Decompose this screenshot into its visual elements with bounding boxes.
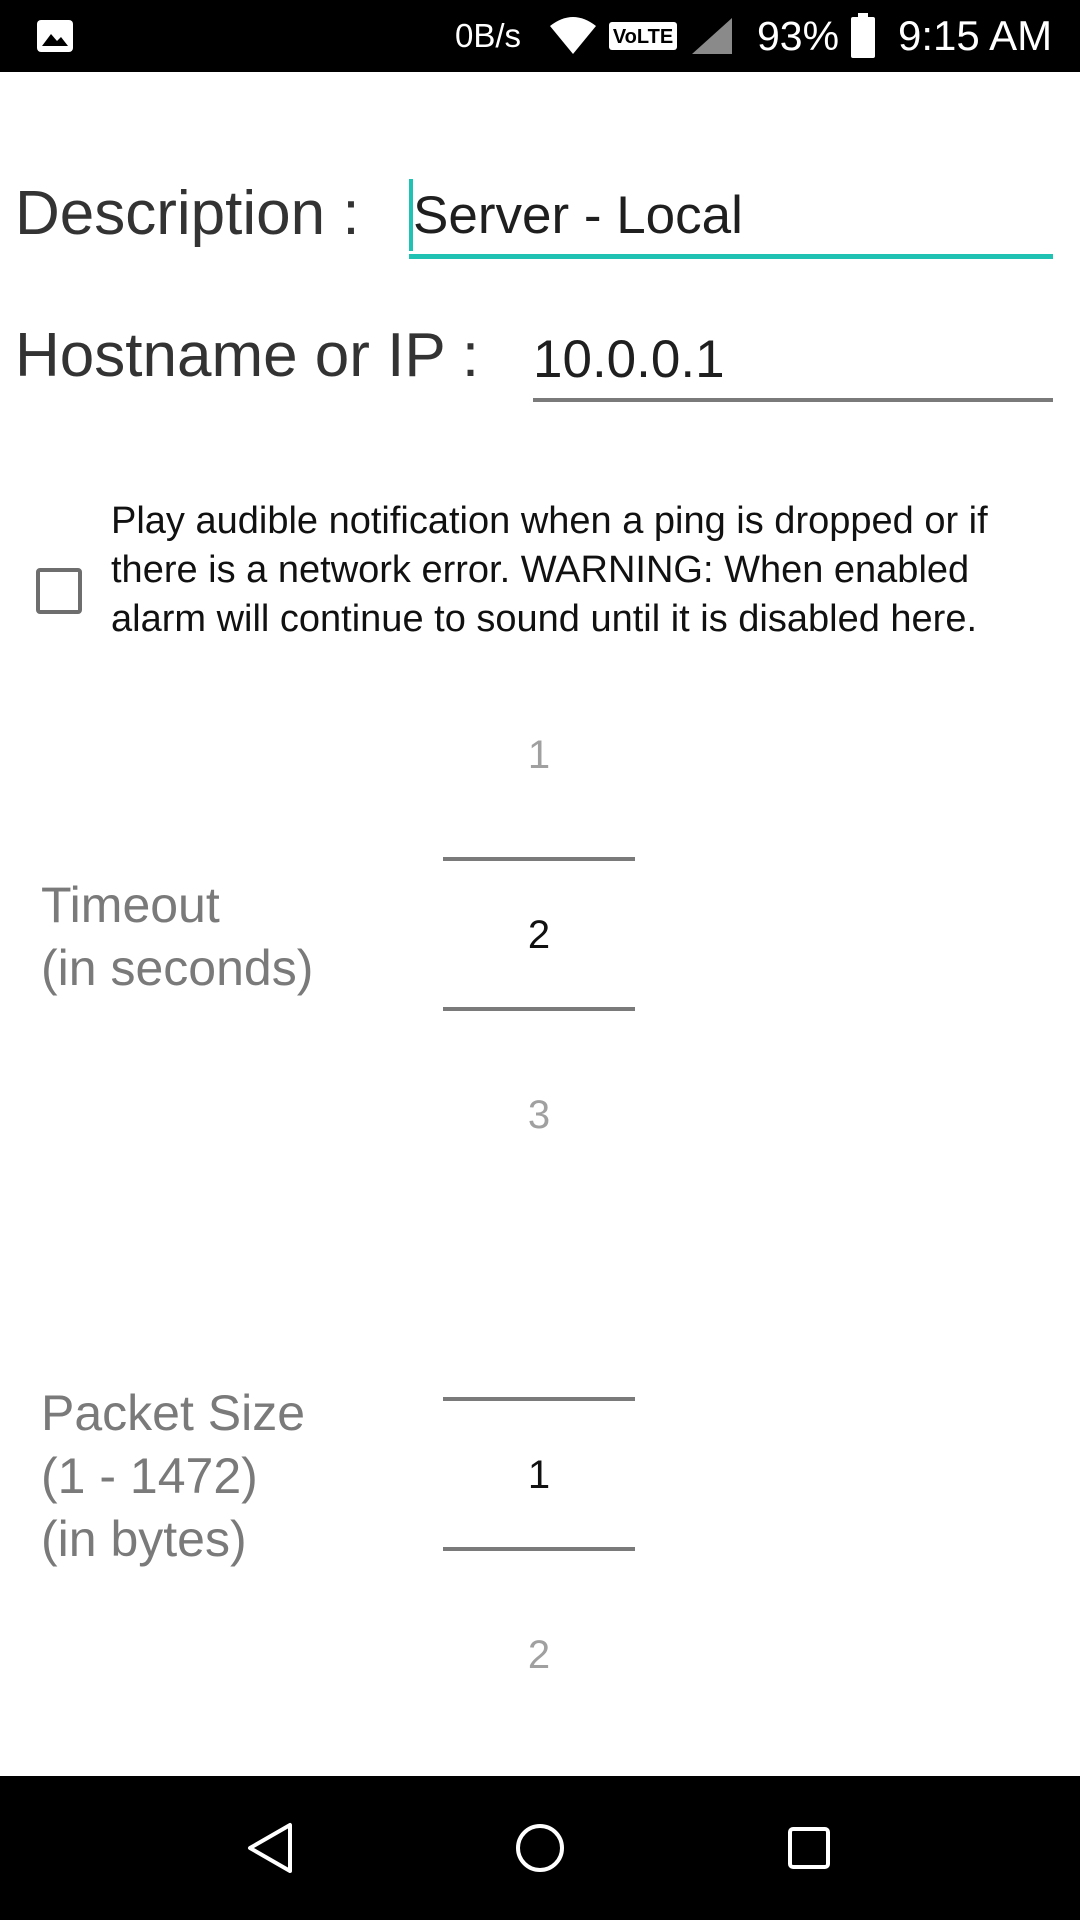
alarm-checkbox[interactable]	[36, 568, 82, 614]
net-speed: 0B/s	[455, 17, 522, 54]
packet-next-value[interactable]: 2	[443, 1633, 635, 1678]
description-label: Description :	[15, 179, 360, 248]
battery-percent: 93%	[757, 12, 840, 59]
packet-size-label-line3: (in bytes)	[41, 1511, 247, 1567]
description-value: Server - Local	[413, 185, 743, 245]
status-bar: 0B/s VoLTE 93% 9:15 AM	[0, 0, 1080, 72]
packet-divider-bottom	[443, 1547, 635, 1551]
packet-selected-value[interactable]: 1	[443, 1453, 635, 1498]
packet-divider-top	[443, 1397, 635, 1401]
screen: 0B/s VoLTE 93% 9:15 AM Description: Ser…	[0, 0, 1080, 1920]
clock: 9:15 AM	[898, 12, 1053, 59]
description-input[interactable]: Server - Local	[409, 176, 1053, 259]
packet-size-label-line1: Packet Size	[41, 1385, 306, 1441]
timeout-divider-top	[443, 857, 635, 861]
packet-size-label: Packet Size (1 - 1472) (in bytes)	[41, 1382, 305, 1571]
battery-icon	[850, 0, 876, 72]
timeout-prev-value[interactable]: 1	[443, 733, 635, 778]
alarm-checkbox-label[interactable]: Play audible notification when a ping is…	[111, 497, 1071, 644]
hostname-input[interactable]: 10.0.0.1	[533, 320, 1053, 402]
gallery-icon	[36, 0, 74, 72]
back-icon[interactable]	[234, 1812, 306, 1884]
svg-text:VoLTE: VoLTE	[613, 26, 673, 48]
timeout-selected-value[interactable]: 2	[443, 913, 635, 958]
timeout-next-value[interactable]: 3	[443, 1093, 635, 1138]
signal-icon	[690, 0, 734, 72]
hostname-label: Hostname or IP :	[15, 321, 480, 390]
navigation-bar	[0, 1776, 1080, 1920]
timeout-label-line2: (in seconds)	[41, 940, 314, 996]
hostname-value: 10.0.0.1	[533, 329, 725, 389]
recents-icon[interactable]	[773, 1812, 845, 1884]
timeout-divider-bottom	[443, 1007, 635, 1011]
home-icon[interactable]	[504, 1812, 576, 1884]
wifi-icon	[548, 0, 598, 72]
timeout-label: Timeout (in seconds)	[41, 874, 313, 1000]
volte-icon: VoLTE	[608, 0, 678, 72]
timeout-label-line1: Timeout	[41, 877, 220, 933]
packet-size-label-line2: (1 - 1472)	[41, 1448, 258, 1504]
